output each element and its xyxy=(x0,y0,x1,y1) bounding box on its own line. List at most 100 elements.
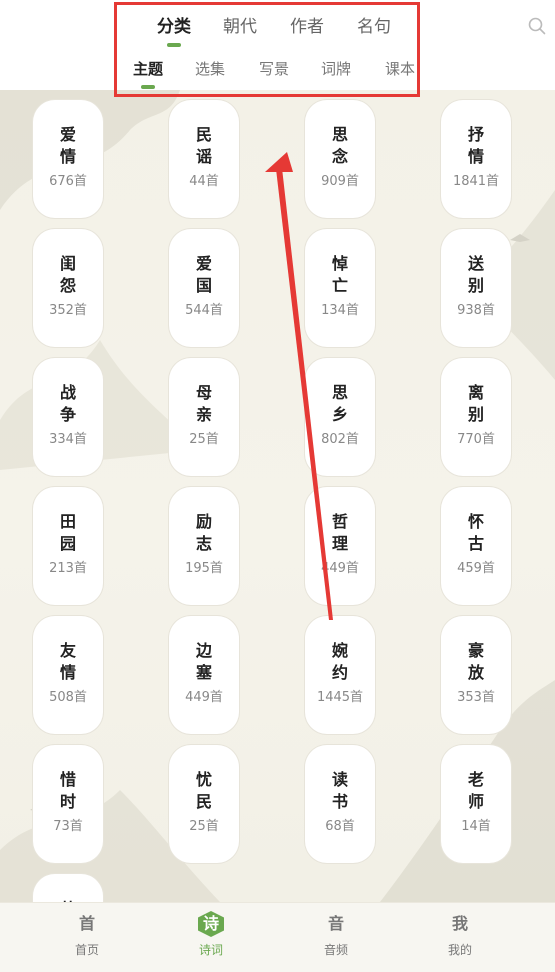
nav-audio[interactable]: 音 音频 xyxy=(296,911,376,958)
topic-card[interactable]: 爱国 544首 xyxy=(169,229,239,347)
topic-char-2: 民 xyxy=(195,792,212,811)
poem-count: 508首 xyxy=(49,690,87,705)
poem-count: 195首 xyxy=(185,561,223,576)
topic-char-2: 亲 xyxy=(195,405,212,424)
topic-char-1: 爱 xyxy=(59,125,76,144)
topic-char-1: 励 xyxy=(195,512,212,531)
nav-label: 诗词 xyxy=(198,943,223,957)
topic-char-1: 爱 xyxy=(195,254,212,273)
topic-card[interactable]: 忧民 25首 xyxy=(169,745,239,863)
topic-char-2: 书 xyxy=(331,792,348,811)
poem-count: 1841首 xyxy=(452,174,500,189)
poem-count: 14首 xyxy=(461,819,491,834)
poem-count: 68首 xyxy=(325,819,355,834)
topic-char-2: 别 xyxy=(467,405,484,424)
topic-card[interactable]: 送别 938首 xyxy=(441,229,511,347)
poem-count: 134首 xyxy=(321,303,359,318)
topic-grid: 爱情 676首民谣 44首思念 909首抒情 1841首闺怨 352首爱国 544首悼亡 13… xyxy=(0,90,555,902)
topic-card[interactable]: 老师 14首 xyxy=(441,745,511,863)
topic-char-1: 思 xyxy=(331,125,348,144)
topic-char-2: 情 xyxy=(59,147,76,166)
topic-card[interactable]: 思念 909首 xyxy=(305,100,375,218)
topic-card[interactable]: 战争 334首 xyxy=(33,358,103,476)
nav-poetry[interactable]: 诗 诗词 xyxy=(171,911,251,958)
topic-card[interactable]: 婉约 1445首 xyxy=(305,616,375,734)
topic-char-1: 友 xyxy=(59,641,76,660)
poem-count: 909首 xyxy=(321,174,359,189)
topic-char-1: 抒 xyxy=(467,125,484,144)
poem-count: 770首 xyxy=(457,432,495,447)
topic-char-2: 理 xyxy=(331,534,348,553)
topic-char-1: 读 xyxy=(331,770,348,789)
topic-card[interactable]: 离别 770首 xyxy=(441,358,511,476)
topic-char-1: 边 xyxy=(195,641,212,660)
topic-char-2: 怨 xyxy=(59,276,76,295)
topic-char-2: 约 xyxy=(331,663,348,682)
topic-char-2: 争 xyxy=(59,405,76,424)
poem-count: 352首 xyxy=(49,303,87,318)
poem-count: 938首 xyxy=(457,303,495,318)
topic-char-1: 闺 xyxy=(59,254,76,273)
topic-card[interactable]: 闺怨 352首 xyxy=(33,229,103,347)
topic-card[interactable]: 怀古 459首 xyxy=(441,487,511,605)
topic-char-2: 谣 xyxy=(195,147,212,166)
topic-char-1: 豪 xyxy=(467,641,484,660)
poem-count: 1445首 xyxy=(316,690,364,705)
topic-char-2: 乡 xyxy=(331,405,348,424)
topic-card[interactable]: 儿 xyxy=(33,874,103,902)
topic-card[interactable]: 惜时 73首 xyxy=(33,745,103,863)
topic-card[interactable]: 抒情 1841首 xyxy=(441,100,511,218)
search-icon[interactable] xyxy=(527,16,547,36)
nav-home[interactable]: 首 首页 xyxy=(47,911,127,958)
topic-char-1: 离 xyxy=(467,383,484,402)
topic-card[interactable]: 民谣 44首 xyxy=(169,100,239,218)
topic-char-1: 哲 xyxy=(331,512,348,531)
topic-char-2: 师 xyxy=(467,792,484,811)
topic-card[interactable]: 励志 195首 xyxy=(169,487,239,605)
home-icon: 首 xyxy=(78,914,95,933)
poem-count: 25首 xyxy=(189,432,219,447)
topic-char-1: 悼 xyxy=(331,254,348,273)
poem-count: 73首 xyxy=(53,819,83,834)
topic-card[interactable]: 哲理 449首 xyxy=(305,487,375,605)
topic-card[interactable]: 边塞 449首 xyxy=(169,616,239,734)
topic-char-2: 时 xyxy=(59,792,76,811)
topic-char-2: 情 xyxy=(59,663,76,682)
topic-char-1: 婉 xyxy=(331,641,348,660)
poetry-icon: 诗 xyxy=(198,911,224,937)
nav-label: 音频 xyxy=(323,943,348,957)
poem-count: 449首 xyxy=(321,561,359,576)
topic-card[interactable]: 豪放 353首 xyxy=(441,616,511,734)
topic-char-2: 塞 xyxy=(195,663,212,682)
poem-count: 459首 xyxy=(457,561,495,576)
topic-card[interactable]: 读书 68首 xyxy=(305,745,375,863)
topic-char-1: 田 xyxy=(59,512,76,531)
poem-count: 544首 xyxy=(185,303,223,318)
topic-char-2: 放 xyxy=(467,663,484,682)
topic-char-1: 战 xyxy=(59,383,76,402)
topic-card[interactable]: 友情 508首 xyxy=(33,616,103,734)
topic-char-1: 老 xyxy=(467,770,484,789)
topic-char-2: 古 xyxy=(467,534,484,553)
topic-card[interactable]: 田园 213首 xyxy=(33,487,103,605)
nav-label: 我的 xyxy=(447,943,472,957)
topic-char-1: 民 xyxy=(195,125,212,144)
topic-card[interactable]: 爱情 676首 xyxy=(33,100,103,218)
poem-count: 353首 xyxy=(457,690,495,705)
topic-char-1: 忧 xyxy=(195,770,212,789)
topic-card[interactable]: 悼亡 134首 xyxy=(305,229,375,347)
topic-char-1: 母 xyxy=(195,383,212,402)
poem-count: 213首 xyxy=(49,561,87,576)
topic-char-1: 惜 xyxy=(59,770,76,789)
topic-char-2: 园 xyxy=(59,534,76,553)
topic-char-2: 国 xyxy=(195,276,212,295)
poem-count: 676首 xyxy=(49,174,87,189)
topic-char-1: 送 xyxy=(467,254,484,273)
topic-card[interactable]: 母亲 25首 xyxy=(169,358,239,476)
poem-count: 334首 xyxy=(49,432,87,447)
topic-char-2: 情 xyxy=(467,147,484,166)
poem-count: 449首 xyxy=(185,690,223,705)
topic-card[interactable]: 思乡 802首 xyxy=(305,358,375,476)
nav-label: 首页 xyxy=(74,943,99,957)
nav-me[interactable]: 我 我的 xyxy=(420,911,500,958)
